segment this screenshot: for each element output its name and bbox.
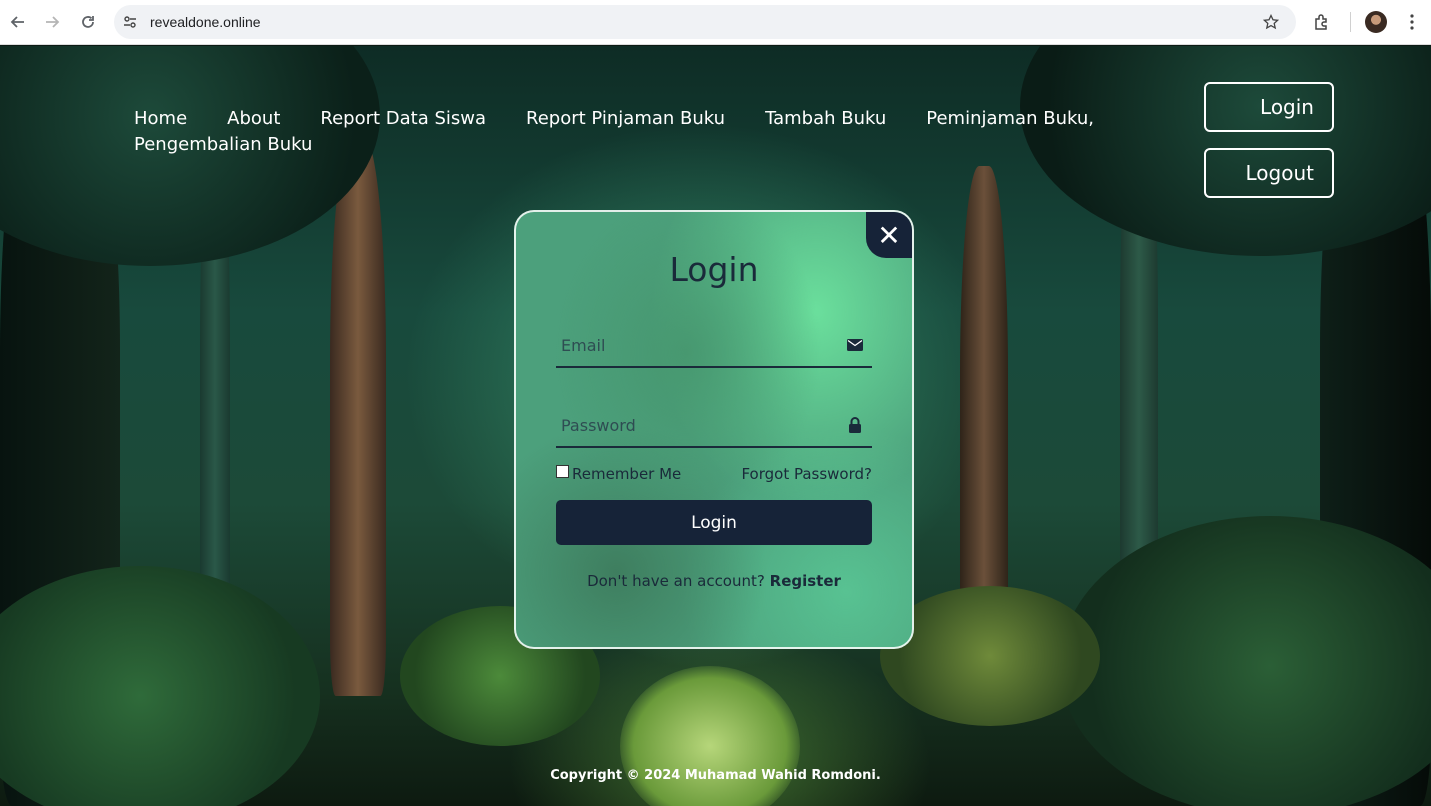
kebab-menu-icon[interactable] — [1402, 10, 1422, 34]
avatar[interactable] — [1365, 11, 1387, 33]
email-field — [556, 324, 872, 368]
nav-about[interactable]: About — [227, 108, 280, 129]
modal-title: Login — [669, 250, 759, 289]
login-modal: ✕ Login Remember Me Forgot Password? Log… — [514, 210, 914, 649]
nav-report-pinjaman-buku[interactable]: Report Pinjaman Buku — [526, 108, 725, 129]
login-submit-button[interactable]: Login — [556, 500, 872, 545]
nav-report-data-siswa[interactable]: Report Data Siswa — [320, 108, 486, 129]
footer-copyright: Copyright © 2024 Muhamad Wahid Romdoni. — [550, 768, 881, 783]
nav-home[interactable]: Home — [134, 108, 187, 129]
remember-label: Remember Me — [572, 465, 682, 483]
envelope-icon — [846, 336, 864, 354]
puzzle-icon[interactable] — [1308, 8, 1336, 36]
forward-arrow-icon[interactable] — [34, 4, 70, 40]
address-bar[interactable]: revealdone.online — [114, 5, 1296, 39]
remember-checkbox[interactable] — [556, 464, 569, 478]
register-prompt-text: Don't have an account? — [587, 572, 765, 590]
reload-icon[interactable] — [70, 4, 106, 40]
toolbar-divider — [1350, 12, 1351, 32]
page-background: Home About Report Data Siswa Report Pinjama… — [0, 46, 1431, 806]
password-input[interactable] — [556, 412, 836, 438]
star-icon[interactable] — [1260, 11, 1282, 33]
header-logout-button[interactable]: Logout — [1204, 148, 1334, 198]
lock-icon — [846, 416, 864, 434]
password-field — [556, 404, 872, 448]
remember-me[interactable]: Remember Me — [556, 464, 682, 483]
header-login-button[interactable]: Login — [1204, 82, 1334, 132]
main-nav: Home About Report Data Siswa Report Pinjama… — [134, 106, 1134, 158]
site-info-icon[interactable] — [114, 5, 146, 39]
browser-toolbar: revealdone.online — [0, 0, 1431, 45]
email-input[interactable] — [556, 332, 836, 358]
back-arrow-icon[interactable] — [0, 4, 36, 40]
register-link[interactable]: Register — [770, 572, 841, 590]
nav-pengembalian-buku[interactable]: Pengembalian Buku — [134, 134, 312, 155]
register-prompt: Don't have an account? Register — [516, 572, 912, 590]
forgot-password-link[interactable]: Forgot Password? — [741, 465, 872, 483]
nav-tambah-buku[interactable]: Tambah Buku — [765, 108, 886, 129]
path — [620, 666, 800, 806]
url-text[interactable]: revealdone.online — [150, 14, 261, 30]
nav-peminjaman-buku[interactable]: Peminjaman Buku, — [926, 108, 1094, 129]
tree-trunk — [330, 136, 386, 696]
bush — [1060, 516, 1431, 806]
